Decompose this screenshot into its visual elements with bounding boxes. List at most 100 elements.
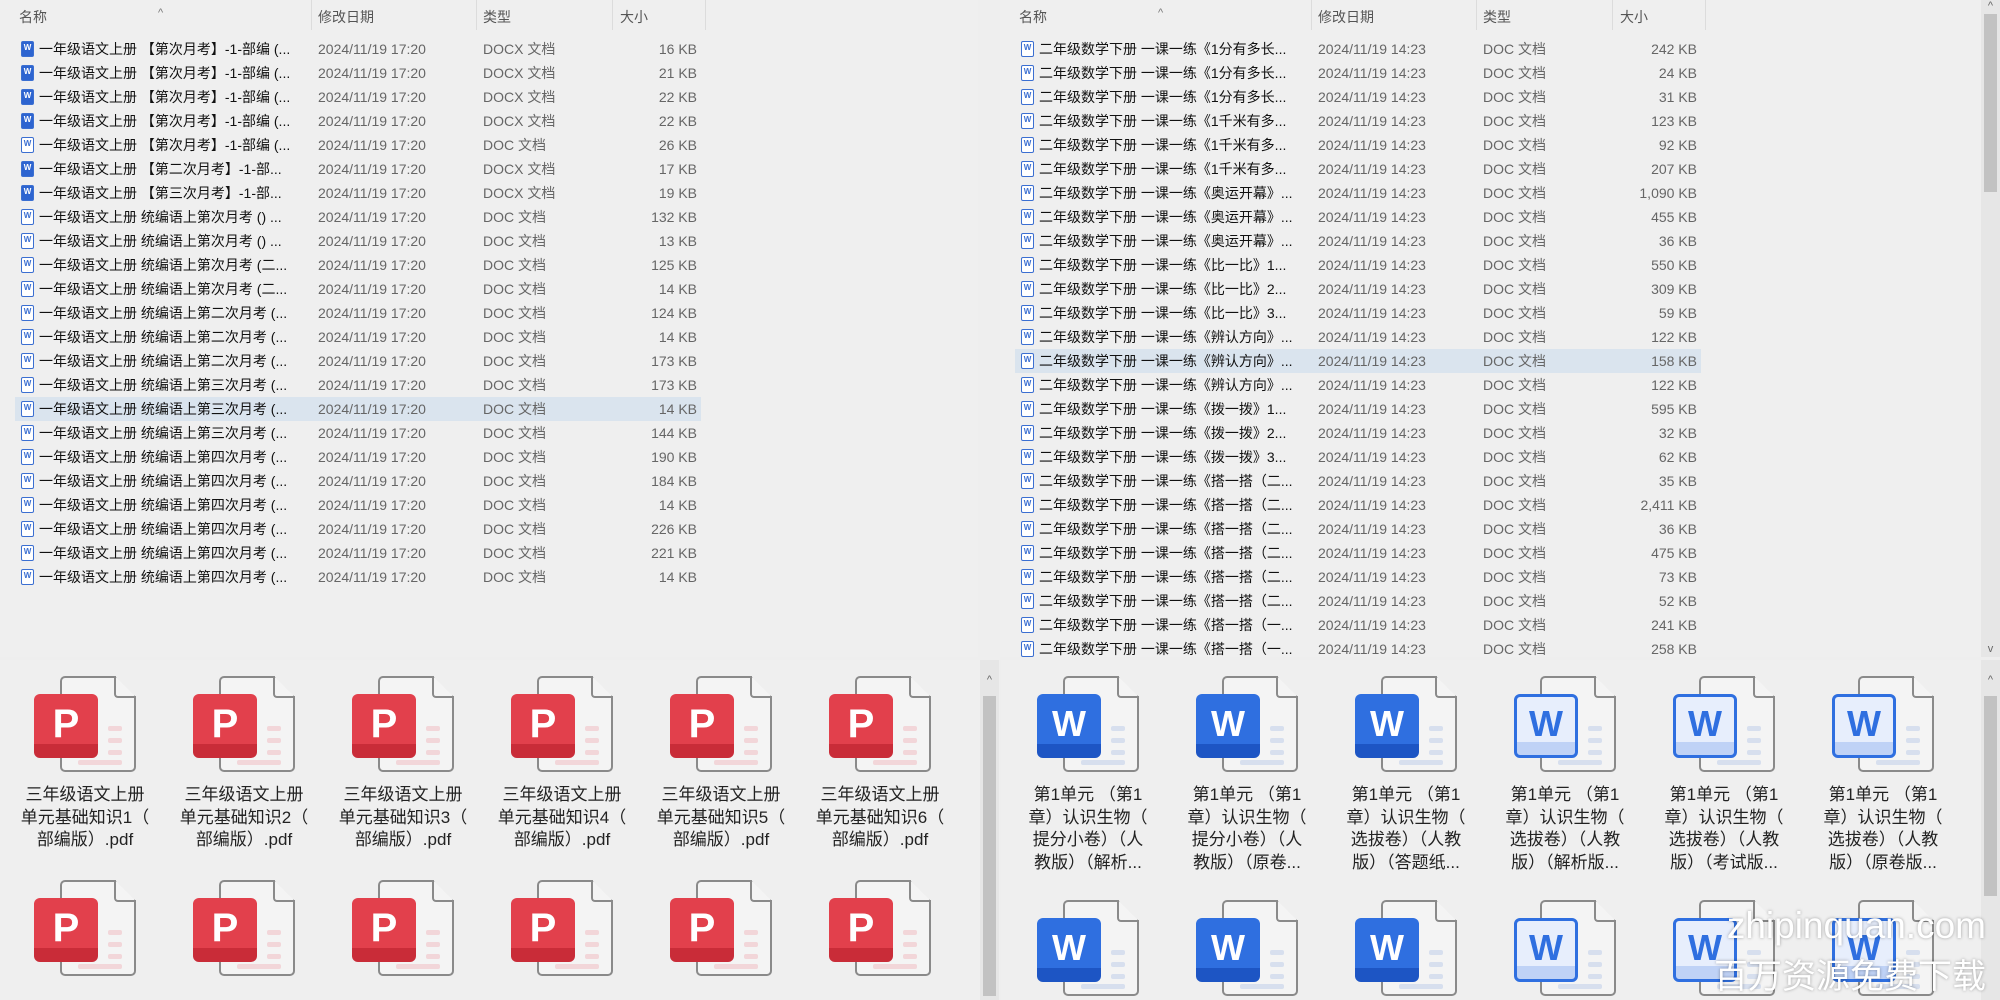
file-row[interactable]: W 二年级数学下册 一课一练《比一比》3... 2024/11/19 14:23 DO… xyxy=(1015,301,1701,325)
file-row[interactable]: W 一年级语文上册 统编语上第三次月考 (... 2024/11/19 17:20 D… xyxy=(15,373,701,397)
file-row[interactable]: W 一年级语文上册 统编语上第二次月考 (... 2024/11/19 17:20 D… xyxy=(15,325,701,349)
column-header-date[interactable]: 修改日期 xyxy=(318,7,374,27)
file-row[interactable]: W 二年级数学下册 一课一练《辨认方向》... 2024/11/19 14:23 DO… xyxy=(1015,373,1701,397)
scroll-down-arrow-icon[interactable]: v xyxy=(1981,643,2000,655)
file-row[interactable]: W 一年级语文上册 【第次月考】-1-部编 (... 2024/11/19 17:2… xyxy=(15,133,701,157)
file-row[interactable]: W 二年级数学下册 一课一练《辨认方向》... 2024/11/19 14:23 DO… xyxy=(1015,325,1701,349)
scroll-up-arrow-icon[interactable]: ^ xyxy=(1981,674,2000,686)
file-tile[interactable]: P xyxy=(646,880,796,976)
column-header-date[interactable]: 修改日期 xyxy=(1318,7,1374,27)
file-row[interactable]: W 二年级数学下册 一课一练《拨一拨》3... 2024/11/19 14:23 DO… xyxy=(1015,445,1701,469)
file-tile[interactable]: P 三年级语文上册 单元基础知识1（ 部编版）.pdf xyxy=(10,676,160,852)
file-row[interactable]: W 一年级语文上册 【第三次月考】-1-部... 2024/11/19 17:20 D… xyxy=(15,181,701,205)
file-row[interactable]: W 一年级语文上册 统编语上第四次月考 (... 2024/11/19 17:20 D… xyxy=(15,469,701,493)
file-type: DOCX 文档 xyxy=(483,89,556,105)
file-row[interactable]: W 二年级数学下册 一课一练《搭一搭（一... 2024/11/19 14:23 DO… xyxy=(1015,613,1701,637)
file-tile[interactable]: W 第1单元 （第1 章）认识生物（ 选拔卷）（人教 版）（原卷版... xyxy=(1808,676,1958,874)
file-row[interactable]: W 一年级语文上册 统编语上第四次月考 (... 2024/11/19 17:20 D… xyxy=(15,565,701,589)
file-tile[interactable]: P 三年级语文上册 单元基础知识6（ 部编版）.pdf xyxy=(805,676,955,852)
file-tile[interactable]: P xyxy=(487,880,637,976)
file-row[interactable]: W 二年级数学下册 一课一练《比一比》2... 2024/11/19 14:23 DO… xyxy=(1015,277,1701,301)
file-row[interactable]: W 一年级语文上册 统编语上第三次月考 (... 2024/11/19 17:20 D… xyxy=(15,421,701,445)
column-divider[interactable] xyxy=(311,0,312,30)
page-text-line xyxy=(1717,760,1761,765)
file-row[interactable]: W 一年级语文上册 统编语上第次月考 () ... 2024/11/19 17:20… xyxy=(15,205,701,229)
column-divider[interactable] xyxy=(705,0,706,30)
file-row[interactable]: W 二年级数学下册 一课一练《1分有多长... 2024/11/19 14:23 DO… xyxy=(1015,85,1701,109)
file-row[interactable]: W 一年级语文上册 统编语上第四次月考 (... 2024/11/19 17:20 D… xyxy=(15,541,701,565)
file-tile[interactable]: W xyxy=(1490,900,1640,996)
file-modified-date: 2024/11/19 14:23 xyxy=(1318,545,1426,561)
page-text-line xyxy=(1558,760,1602,765)
file-tile[interactable]: W 第1单元 （第1 章）认识生物（ 提分小卷）（人 教版）（原卷... xyxy=(1172,676,1322,874)
file-tile[interactable]: W 第1单元 （第1 章）认识生物（ 提分小卷）（人 教版）（解析... xyxy=(1013,676,1163,874)
scrollbar-thumb[interactable] xyxy=(1984,14,1997,192)
file-tile[interactable]: P 三年级语文上册 单元基础知识2（ 部编版）.pdf xyxy=(169,676,319,852)
file-row[interactable]: W 一年级语文上册 统编语上第四次月考 (... 2024/11/19 17:20 D… xyxy=(15,493,701,517)
column-divider[interactable] xyxy=(1705,0,1706,30)
column-header-name[interactable]: 名称 xyxy=(1019,7,1047,27)
file-row[interactable]: W 一年级语文上册 统编语上第四次月考 (... 2024/11/19 17:20 D… xyxy=(15,445,701,469)
column-divider[interactable] xyxy=(1476,0,1477,30)
file-tile[interactable]: P 三年级语文上册 单元基础知识5（ 部编版）.pdf xyxy=(646,676,796,852)
scroll-up-arrow-icon[interactable]: ^ xyxy=(980,674,999,686)
file-row[interactable]: W 一年级语文上册 【第次月考】-1-部编 (... 2024/11/19 17:2… xyxy=(15,61,701,85)
file-tile[interactable]: P xyxy=(169,880,319,976)
file-row[interactable]: W 二年级数学下册 一课一练《辨认方向》... 2024/11/19 14:23 DO… xyxy=(1015,349,1701,373)
file-row[interactable]: W 一年级语文上册 【第二次月考】-1-部... 2024/11/19 17:20 D… xyxy=(15,157,701,181)
column-divider[interactable] xyxy=(476,0,477,30)
file-row[interactable]: W 一年级语文上册 统编语上第次月考 (二... 2024/11/19 17:20 D… xyxy=(15,277,701,301)
file-row[interactable]: W 一年级语文上册 统编语上第次月考 (二... 2024/11/19 17:20 D… xyxy=(15,253,701,277)
file-tile[interactable]: P 三年级语文上册 单元基础知识3（ 部编版）.pdf xyxy=(328,676,478,852)
file-tile[interactable]: W 第1单元 （第1 章）认识生物（ 选拔卷）（人教 版）（考试版... xyxy=(1649,676,1799,874)
file-row[interactable]: W 二年级数学下册 一课一练《拨一拨》1... 2024/11/19 14:23 DO… xyxy=(1015,397,1701,421)
file-row[interactable]: W 二年级数学下册 一课一练《1千米有多... 2024/11/19 14:23 DO… xyxy=(1015,157,1701,181)
file-row[interactable]: W 一年级语文上册 统编语上第三次月考 (... 2024/11/19 17:20 D… xyxy=(15,397,701,421)
file-row[interactable]: W 二年级数学下册 一课一练《搭一搭（二... 2024/11/19 14:23 DO… xyxy=(1015,565,1701,589)
column-header-type[interactable]: 类型 xyxy=(1483,7,1511,27)
scrollbar-thumb[interactable] xyxy=(1984,696,1997,896)
left-icons-scrollbar[interactable]: ^ xyxy=(980,660,999,1000)
file-row[interactable]: W 二年级数学下册 一课一练《搭一搭（二... 2024/11/19 14:23 DO… xyxy=(1015,493,1701,517)
file-row[interactable]: W 一年级语文上册 统编语上第二次月考 (... 2024/11/19 17:20 D… xyxy=(15,349,701,373)
file-tile[interactable]: W 第1单元 （第1 章）认识生物（ 选拔卷）（人教 版）（答题纸... xyxy=(1331,676,1481,874)
file-row[interactable]: W 二年级数学下册 一课一练《1分有多长... 2024/11/19 14:23 DO… xyxy=(1015,37,1701,61)
column-header-type[interactable]: 类型 xyxy=(483,7,511,27)
file-row[interactable]: W 二年级数学下册 一课一练《奥运开幕》... 2024/11/19 14:23 DO… xyxy=(1015,205,1701,229)
file-tile[interactable]: W xyxy=(1172,900,1322,996)
file-row[interactable]: W 二年级数学下册 一课一练《搭一搭（二... 2024/11/19 14:23 DO… xyxy=(1015,469,1701,493)
file-row[interactable]: W 二年级数学下册 一课一练《1千米有多... 2024/11/19 14:23 DO… xyxy=(1015,109,1701,133)
scroll-up-arrow-icon[interactable]: ^ xyxy=(1981,0,2000,12)
column-header-size[interactable]: 大小 xyxy=(1620,7,1648,27)
file-row[interactable]: W 一年级语文上册 【第次月考】-1-部编 (... 2024/11/19 17:2… xyxy=(15,85,701,109)
file-tile[interactable]: W xyxy=(1013,900,1163,996)
file-row[interactable]: W 一年级语文上册 【第次月考】-1-部编 (... 2024/11/19 17:2… xyxy=(15,109,701,133)
file-row[interactable]: W 二年级数学下册 一课一练《1分有多长... 2024/11/19 14:23 DO… xyxy=(1015,61,1701,85)
file-tile[interactable]: W 第1单元 （第1 章）认识生物（ 选拔卷）（人教 版）（解析版... xyxy=(1490,676,1640,874)
file-tile[interactable]: P xyxy=(10,880,160,976)
column-divider[interactable] xyxy=(612,0,613,30)
file-row[interactable]: W 一年级语文上册 统编语上第次月考 () ... 2024/11/19 17:20… xyxy=(15,229,701,253)
file-row[interactable]: W 二年级数学下册 一课一练《搭一搭（二... 2024/11/19 14:23 DO… xyxy=(1015,517,1701,541)
file-row[interactable]: W 一年级语文上册 【第次月考】-1-部编 (... 2024/11/19 17:2… xyxy=(15,37,701,61)
file-row[interactable]: W 二年级数学下册 一课一练《比一比》1... 2024/11/19 14:23 DO… xyxy=(1015,253,1701,277)
file-row[interactable]: W 二年级数学下册 一课一练《1千米有多... 2024/11/19 14:23 DO… xyxy=(1015,133,1701,157)
file-row[interactable]: W 二年级数学下册 一课一练《奥运开幕》... 2024/11/19 14:23 DO… xyxy=(1015,181,1701,205)
file-row[interactable]: W 二年级数学下册 一课一练《拨一拨》2... 2024/11/19 14:23 DO… xyxy=(1015,421,1701,445)
right-list-scrollbar[interactable]: ^ v xyxy=(1981,0,2000,657)
file-row[interactable]: W 二年级数学下册 一课一练《搭一搭（一... 2024/11/19 14:23 DO… xyxy=(1015,637,1701,657)
file-row[interactable]: W 二年级数学下册 一课一练《搭一搭（二... 2024/11/19 14:23 DO… xyxy=(1015,589,1701,613)
file-tile[interactable]: W xyxy=(1331,900,1481,996)
scrollbar-thumb[interactable] xyxy=(983,696,996,996)
file-row[interactable]: W 一年级语文上册 统编语上第二次月考 (... 2024/11/19 17:20 D… xyxy=(15,301,701,325)
file-row[interactable]: W 一年级语文上册 统编语上第四次月考 (... 2024/11/19 17:20 D… xyxy=(15,517,701,541)
file-tile[interactable]: P xyxy=(805,880,955,976)
file-row[interactable]: W 二年级数学下册 一课一练《搭一搭（二... 2024/11/19 14:23 DO… xyxy=(1015,541,1701,565)
file-tile[interactable]: P 三年级语文上册 单元基础知识4（ 部编版）.pdf xyxy=(487,676,637,852)
column-header-size[interactable]: 大小 xyxy=(620,7,648,27)
file-tile[interactable]: P xyxy=(328,880,478,976)
column-divider[interactable] xyxy=(1612,0,1613,30)
column-divider[interactable] xyxy=(1311,0,1312,30)
column-header-name[interactable]: 名称 xyxy=(19,7,47,27)
file-row[interactable]: W 二年级数学下册 一课一练《奥运开幕》... 2024/11/19 14:23 DO… xyxy=(1015,229,1701,253)
